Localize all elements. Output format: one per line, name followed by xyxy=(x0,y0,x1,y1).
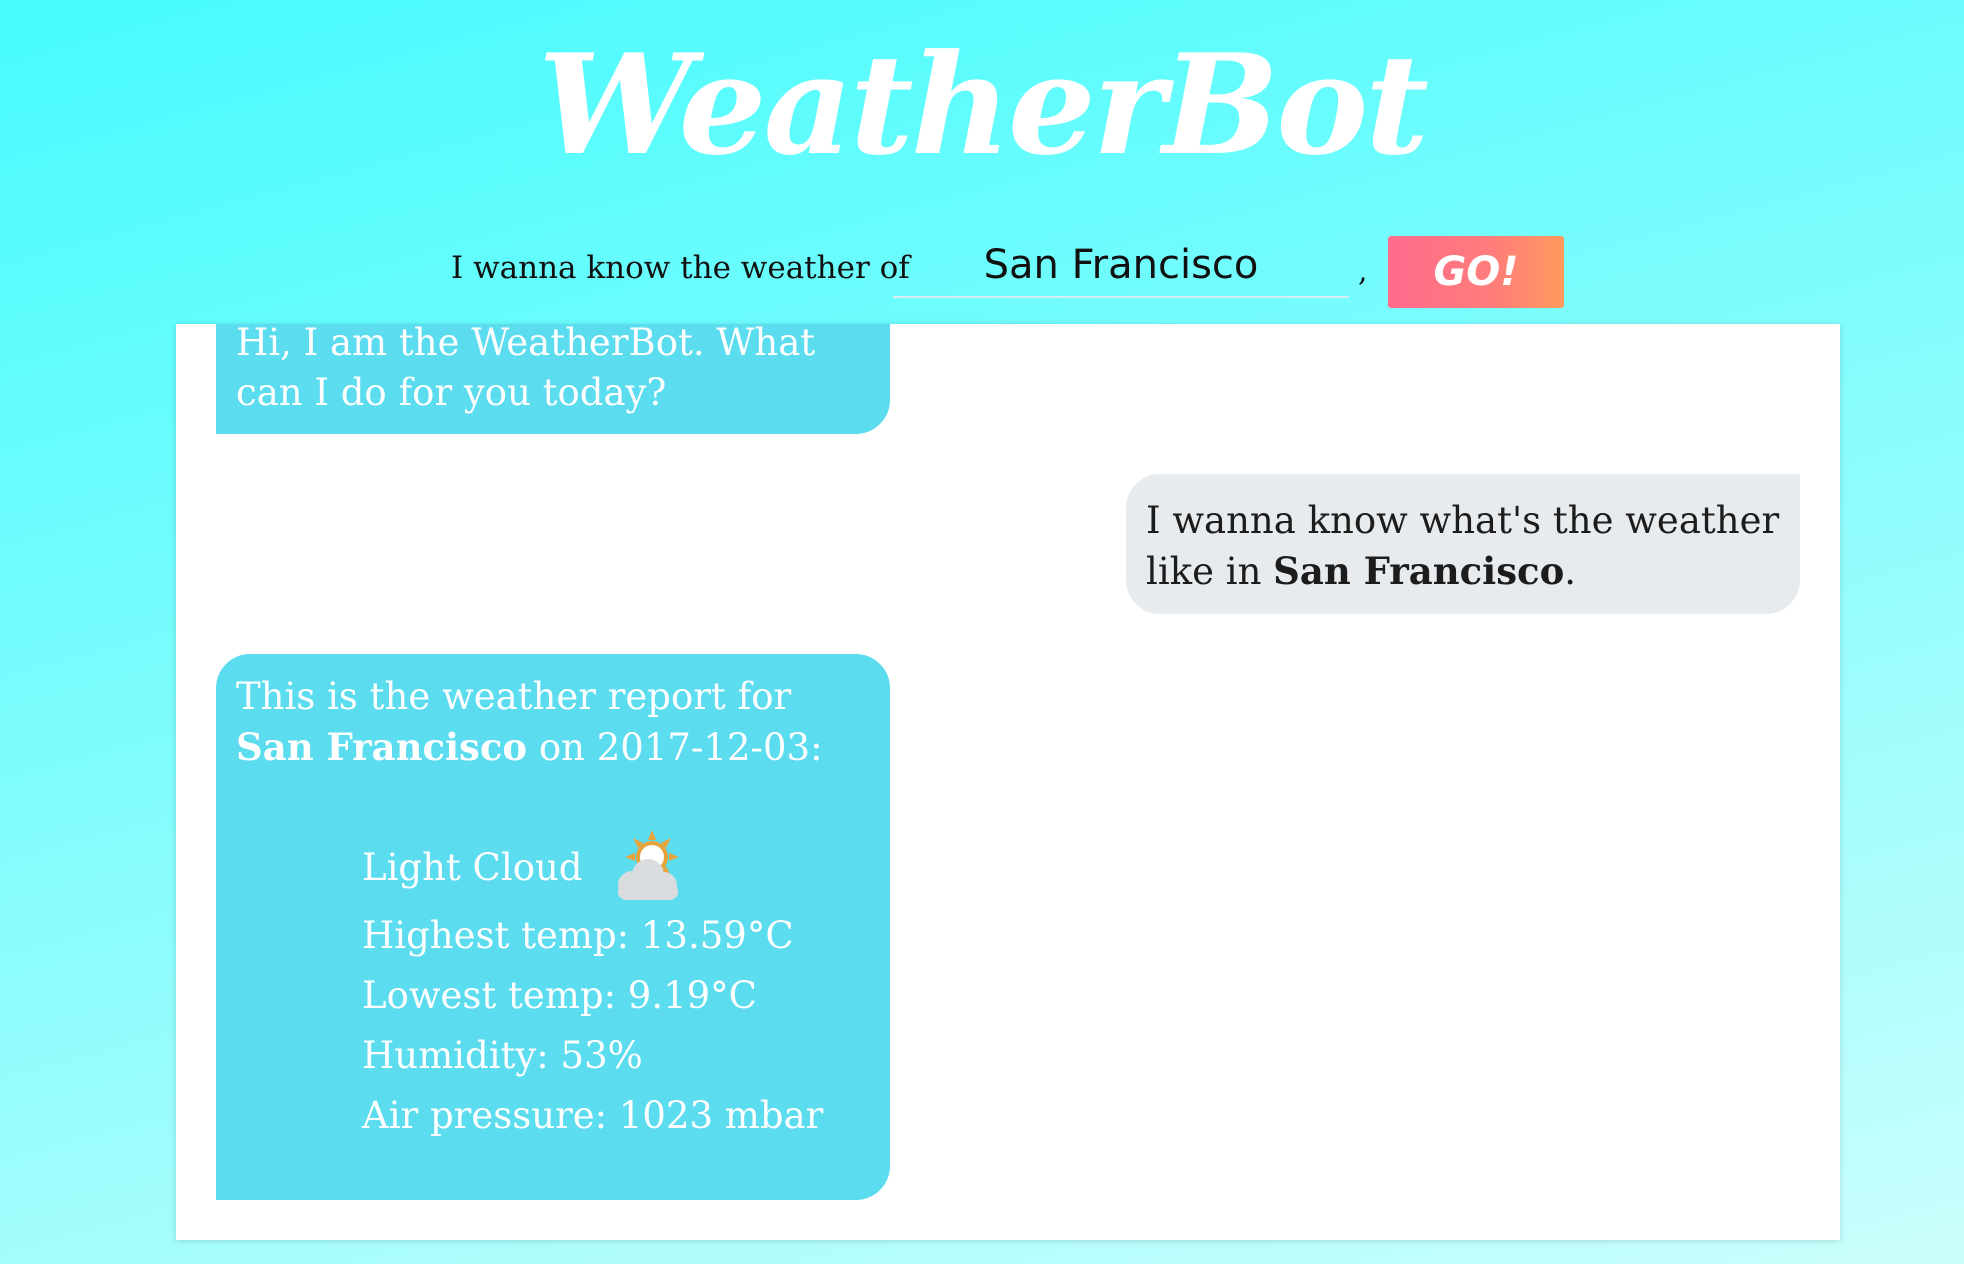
user-message-suffix: . xyxy=(1564,550,1577,593)
report-middle: on xyxy=(527,726,597,769)
light-cloud-icon xyxy=(608,827,690,909)
condition-text: Light Cloud xyxy=(362,846,583,889)
app-logo: WeatherBot xyxy=(538,23,1429,186)
go-button[interactable]: GO! xyxy=(1388,236,1564,308)
report-prefix: This is the weather report for xyxy=(236,675,792,718)
weather-report-details: Light Cloud Highest temp: 13.59°C Lowest… xyxy=(362,830,823,1146)
humidity: Humidity: 53% xyxy=(362,1034,643,1077)
city-input[interactable] xyxy=(893,234,1349,298)
bot-greeting-bubble: Hi, I am the WeatherBot. What can I do f… xyxy=(216,324,890,434)
highest-temp: Highest temp: 13.59°C xyxy=(362,914,794,957)
report-city: San Francisco xyxy=(236,725,528,769)
user-message-city: San Francisco xyxy=(1273,549,1565,593)
query-bar: I wanna know the weather of , GO! xyxy=(0,234,1964,310)
air-pressure: Air pressure: 1023 mbar xyxy=(362,1094,824,1137)
bot-greeting-text: Hi, I am the WeatherBot. What can I do f… xyxy=(236,324,816,414)
query-comma: , xyxy=(1358,254,1368,289)
report-date: 2017-12-03 xyxy=(596,726,811,769)
lowest-temp: Lowest temp: 9.19°C xyxy=(362,974,757,1017)
report-heading: This is the weather report for San Franc… xyxy=(236,672,870,773)
query-label: I wanna know the weather of xyxy=(451,250,910,286)
chat-panel[interactable]: Hi, I am the WeatherBot. What can I do f… xyxy=(176,324,1840,1240)
report-suffix: : xyxy=(810,726,823,769)
user-message-bubble: I wanna know what's the weather like in … xyxy=(1126,474,1800,614)
condition-row: Light Cloud xyxy=(362,830,823,906)
bot-report-bubble: This is the weather report for San Franc… xyxy=(216,654,890,1200)
